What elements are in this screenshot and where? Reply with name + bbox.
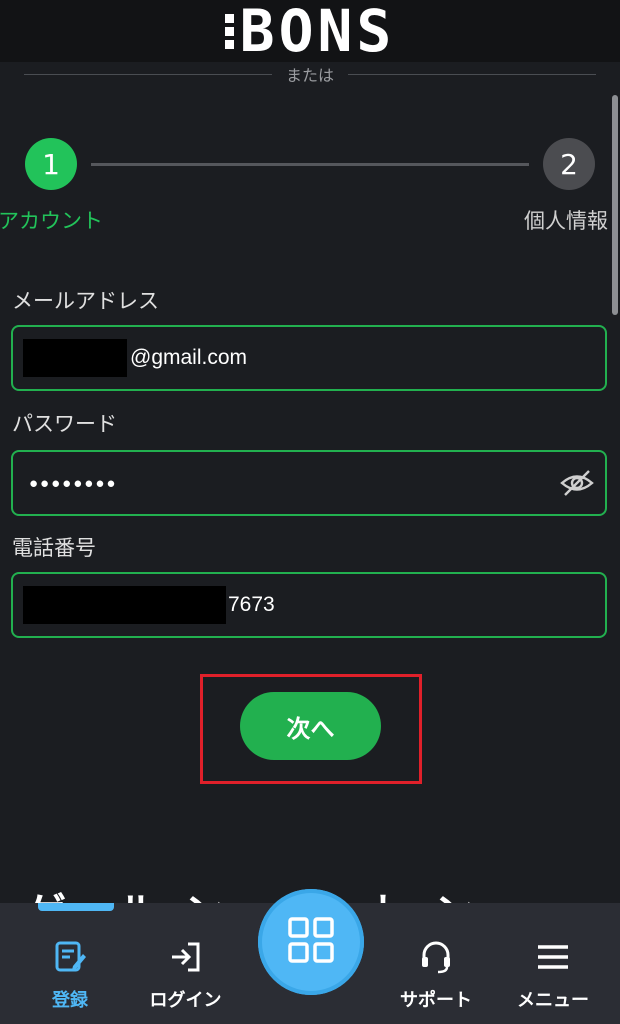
redacted-block	[23, 586, 226, 624]
scrollbar[interactable]	[612, 95, 618, 315]
headset-icon	[418, 939, 454, 980]
next-button[interactable]: 次へ	[240, 692, 381, 760]
nav-active-indicator	[38, 903, 114, 911]
divider-line-left	[24, 73, 272, 75]
password-value: ●●●●●●●●	[29, 474, 118, 492]
step-connector	[91, 163, 529, 166]
divider-line-right	[348, 73, 597, 75]
password-label: パスワード	[12, 412, 117, 436]
step-1-indicator: 1	[25, 138, 77, 190]
phone-value: 7673	[228, 593, 275, 616]
email-field[interactable]: @gmail.com	[11, 325, 607, 391]
games-grid-button[interactable]	[258, 889, 364, 995]
nav-item-menu[interactable]: メニュー	[505, 903, 601, 1024]
top-bar: BONS	[0, 0, 620, 62]
nav-item-login[interactable]: ログイン	[138, 903, 233, 1024]
nav-item-register[interactable]: 登録	[30, 903, 110, 1024]
divider-text: または	[286, 66, 335, 85]
grid-icon	[287, 916, 335, 968]
eye-slash-icon[interactable]	[559, 468, 595, 504]
email-label: メールアドレス	[12, 289, 159, 313]
phone-field[interactable]: 7673	[11, 572, 607, 638]
hamburger-icon	[535, 939, 571, 980]
nav-label-login: ログイン	[149, 990, 222, 1011]
email-value: @gmail.com	[130, 346, 248, 369]
nav-label-register: 登録	[52, 990, 88, 1011]
step-1-label: アカウント	[0, 209, 103, 233]
register-icon	[52, 939, 88, 980]
step-2-indicator: 2	[543, 138, 595, 190]
nav-label-support: サポート	[400, 990, 472, 1011]
password-field[interactable]: ●●●●●●●●	[11, 450, 607, 516]
logo-text: BONS	[239, 0, 396, 65]
nav-item-support[interactable]: サポート	[388, 903, 484, 1024]
phone-label: 電話番号	[12, 536, 96, 560]
site-logo[interactable]: BONS	[224, 0, 396, 65]
login-icon	[168, 939, 204, 980]
nav-label-menu: メニュー	[517, 990, 589, 1011]
step-2-label: 個人情報	[524, 209, 608, 233]
redacted-block	[23, 339, 127, 377]
logo-dots-icon	[224, 13, 234, 49]
or-divider: または	[24, 62, 597, 86]
